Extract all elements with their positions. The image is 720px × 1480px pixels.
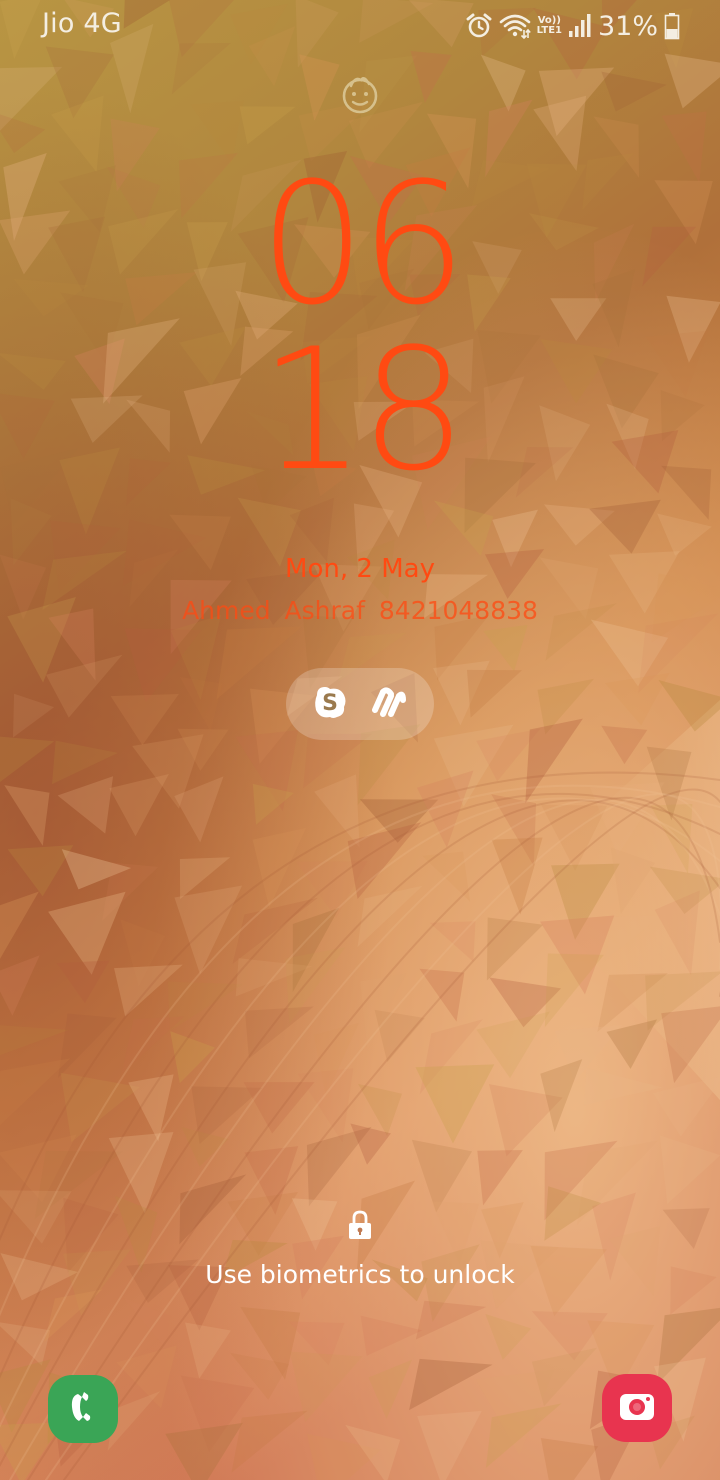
alarm-icon [465, 12, 493, 40]
clock-minutes: 18 [259, 312, 467, 508]
lte-label: LTE1 [536, 25, 562, 36]
wifi-icon [499, 12, 531, 40]
phone-shortcut-button[interactable] [48, 1375, 118, 1443]
face-recognition-icon [339, 72, 381, 120]
phone-icon [66, 1390, 100, 1428]
slack-icon[interactable] [369, 684, 409, 724]
camera-icon [618, 1390, 656, 1426]
carrier-label: Jio 4G [42, 8, 122, 39]
battery-percent: 31% [597, 10, 658, 42]
camera-shortcut-button[interactable] [602, 1374, 672, 1442]
volte-icon: Vo)) LTE1 [537, 16, 562, 36]
battery-icon [664, 12, 680, 40]
date-label: Mon, 2 May [285, 554, 435, 584]
padlock-icon [347, 1210, 373, 1244]
notification-icons-pill[interactable]: S [286, 668, 434, 740]
svg-text:S: S [322, 691, 338, 716]
unlock-hint: Use biometrics to unlock [205, 1260, 515, 1289]
status-icons: Vo)) LTE1 31% [465, 6, 680, 46]
owner-info: Ahmed Ashraf 8421048838 [182, 596, 538, 625]
clock-hours: 06 [259, 146, 467, 342]
signal-icon [568, 13, 592, 39]
skype-icon[interactable]: S [311, 683, 349, 725]
